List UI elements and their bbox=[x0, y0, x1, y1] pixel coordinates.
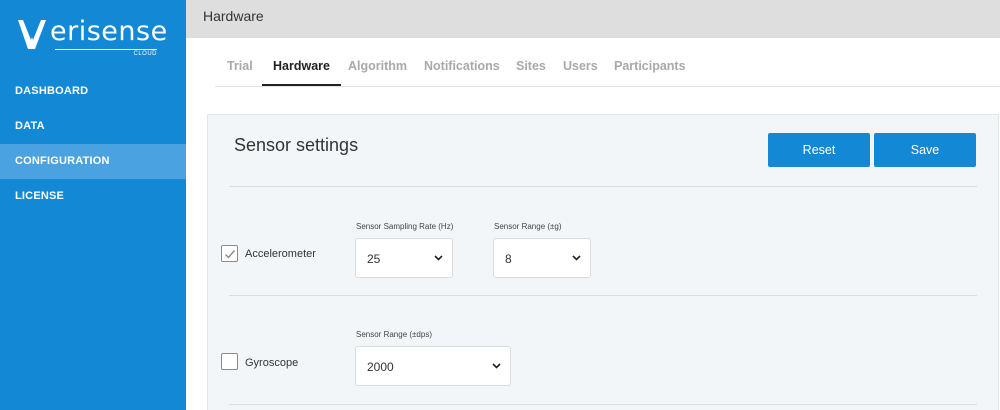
gyroscope-checkbox[interactable] bbox=[221, 353, 238, 370]
sidebar-item-license[interactable]: LICENSE bbox=[0, 179, 186, 214]
divider bbox=[229, 404, 977, 405]
sampling-rate-value: 25 bbox=[367, 252, 381, 266]
sampling-rate-select[interactable]: 25 bbox=[355, 238, 453, 278]
sampling-rate-label: Sensor Sampling Rate (Hz) bbox=[356, 222, 454, 231]
logo-text: erisense bbox=[50, 16, 168, 47]
sidebar-nav: DASHBOARD DATA CONFIGURATION LICENSE bbox=[0, 74, 186, 214]
sidebar-item-dashboard[interactable]: DASHBOARD bbox=[0, 74, 186, 109]
accel-range-select[interactable]: 8 bbox=[493, 238, 591, 278]
chevron-down-icon bbox=[572, 255, 581, 261]
sensor-settings-panel: Sensor settings Reset Save Accelerometer… bbox=[207, 114, 999, 410]
tab-participants[interactable]: Participants bbox=[614, 59, 686, 86]
verisense-logo[interactable]: erisense CLOUD bbox=[17, 16, 167, 58]
tab-trial[interactable]: Trial bbox=[227, 59, 253, 86]
tab-bar: Trial Hardware Algorithm Notifications S… bbox=[215, 52, 1000, 87]
page-title: Hardware bbox=[203, 8, 264, 24]
accel-range-value: 8 bbox=[505, 252, 512, 266]
tab-hardware[interactable]: Hardware bbox=[262, 59, 341, 86]
gyroscope-label: Gyroscope bbox=[245, 357, 299, 369]
divider bbox=[229, 295, 977, 296]
tab-algorithm[interactable]: Algorithm bbox=[348, 59, 407, 86]
tab-notifications[interactable]: Notifications bbox=[424, 59, 500, 86]
page-header: Hardware bbox=[186, 0, 1000, 38]
logo-v-icon bbox=[18, 20, 46, 49]
save-button[interactable]: Save bbox=[874, 133, 976, 167]
divider bbox=[229, 186, 977, 187]
reset-button[interactable]: Reset bbox=[768, 133, 870, 167]
logo-subtitle: CLOUD bbox=[133, 51, 157, 57]
tab-sites[interactable]: Sites bbox=[516, 59, 546, 86]
sidebar: erisense CLOUD DASHBOARD DATA CONFIGURAT… bbox=[0, 0, 186, 410]
panel-title: Sensor settings bbox=[234, 135, 359, 155]
gyro-range-value: 2000 bbox=[367, 360, 394, 374]
sidebar-item-configuration[interactable]: CONFIGURATION bbox=[0, 144, 186, 179]
sidebar-item-data[interactable]: DATA bbox=[0, 109, 186, 144]
gyro-range-label: Sensor Range (±dps) bbox=[356, 330, 432, 339]
tab-users[interactable]: Users bbox=[563, 59, 598, 86]
chevron-down-icon bbox=[434, 255, 443, 261]
checkmark-icon bbox=[225, 250, 236, 259]
accelerometer-checkbox[interactable] bbox=[221, 245, 238, 262]
gyro-range-select[interactable]: 2000 bbox=[355, 346, 511, 386]
accelerometer-label: Accelerometer bbox=[245, 248, 316, 260]
chevron-down-icon bbox=[492, 363, 501, 369]
logo-underline bbox=[55, 49, 157, 50]
accel-range-label: Sensor Range (±g) bbox=[494, 222, 562, 231]
